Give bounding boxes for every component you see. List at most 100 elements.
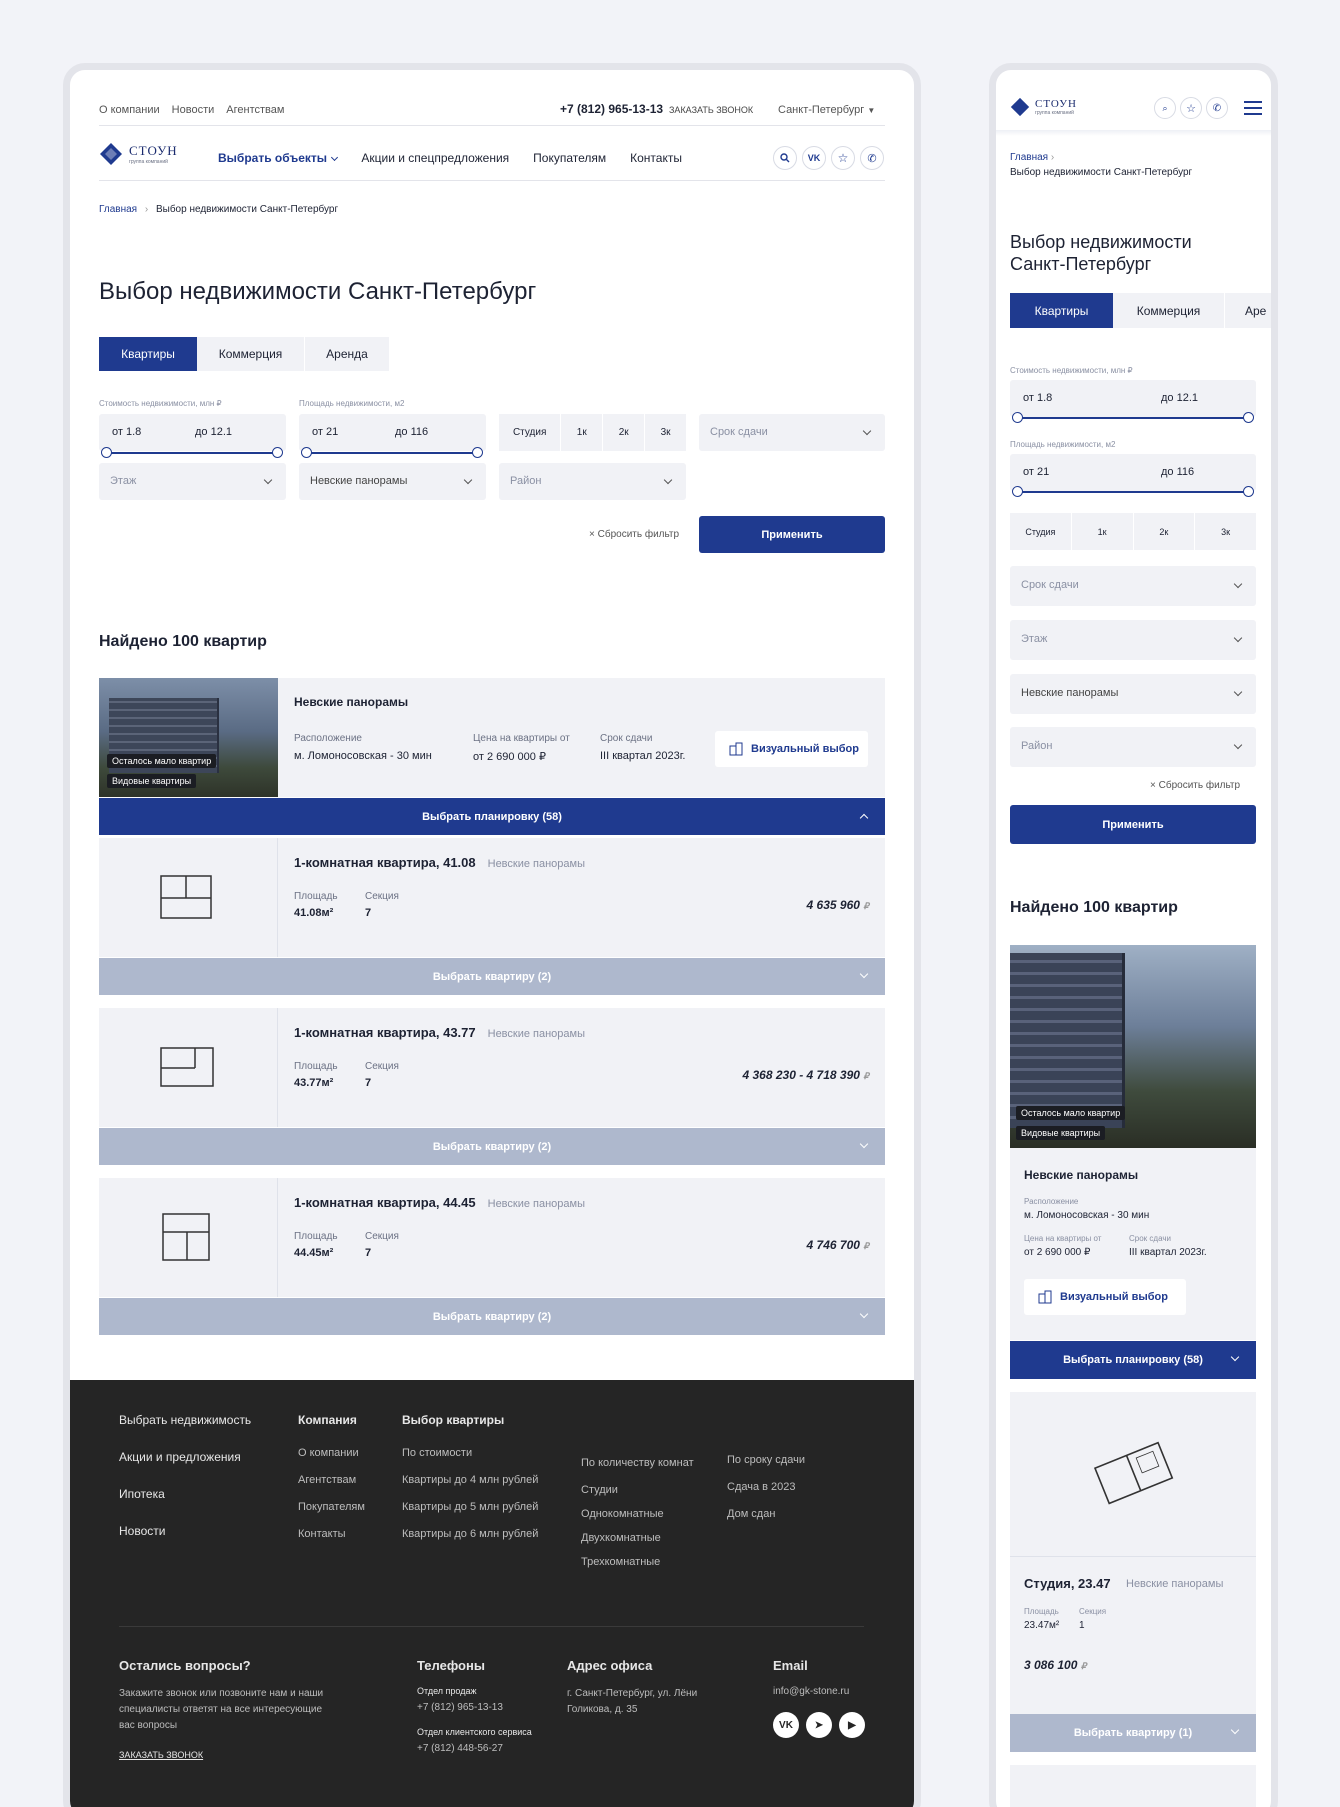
search-icon[interactable]: ⌕: [1154, 97, 1176, 119]
top-link-about[interactable]: О компании: [99, 104, 160, 116]
footer-link[interactable]: Агентствам: [298, 1474, 365, 1486]
logo[interactable]: СТОУН группа компаний: [99, 142, 178, 166]
footer-link[interactable]: По стоимости: [402, 1447, 538, 1459]
top-link-agents[interactable]: Агентствам: [226, 104, 284, 116]
footer-link[interactable]: Дом сдан: [727, 1508, 805, 1520]
footer-link[interactable]: Контакты: [298, 1528, 365, 1540]
breadcrumb-home[interactable]: Главная: [1010, 152, 1048, 163]
top-link-news[interactable]: Новости: [172, 104, 215, 116]
reset-filter[interactable]: × Сбросить фильтр: [589, 529, 679, 540]
choose-plan-button[interactable]: Выбрать планировку (58): [1010, 1341, 1256, 1379]
callback-link[interactable]: ЗАКАЗАТЬ ЗВОНОК: [669, 105, 753, 115]
logo[interactable]: СТОУН группа компаний: [1010, 97, 1077, 117]
star-icon[interactable]: ☆: [831, 146, 855, 170]
flat-card[interactable]: 1-комнатная квартира, 41.08 Невские пано…: [99, 838, 885, 957]
room-studio[interactable]: Студия: [1010, 513, 1071, 550]
price-slider-min[interactable]: [1012, 412, 1023, 423]
footer-sales-phone[interactable]: +7 (812) 965-13-13: [417, 1702, 503, 1713]
star-icon[interactable]: ☆: [1180, 97, 1202, 119]
footer-link[interactable]: Однокомнатные: [581, 1508, 701, 1520]
tab-apartments[interactable]: Квартиры: [1010, 293, 1113, 328]
visual-choice-button[interactable]: Визуальный выбор: [1024, 1279, 1186, 1315]
area-range[interactable]: от 21 до 116: [299, 414, 486, 451]
city-select[interactable]: Санкт-Петербург ▼: [778, 104, 875, 116]
room-2k[interactable]: 2к: [603, 414, 645, 451]
area-slider-min[interactable]: [1012, 486, 1023, 497]
room-3k[interactable]: 3к: [1195, 513, 1256, 550]
room-2k[interactable]: 2к: [1133, 513, 1195, 550]
vk-icon[interactable]: VK: [802, 146, 826, 170]
apply-button[interactable]: Применить: [699, 516, 885, 553]
footer-service-phone[interactable]: +7 (812) 448-56-27: [417, 1743, 503, 1754]
room-1k[interactable]: 1к: [1071, 513, 1133, 550]
price-slider-max[interactable]: [1243, 412, 1254, 423]
footer-link[interactable]: Трехкомнатные: [581, 1556, 701, 1568]
search-icon[interactable]: [773, 146, 797, 170]
area-range[interactable]: от 21 до 116: [1010, 454, 1256, 491]
footer-link[interactable]: Выбрать недвижимость: [119, 1413, 251, 1427]
phone-icon[interactable]: ✆: [1206, 97, 1228, 119]
room-1k[interactable]: 1к: [561, 414, 603, 451]
price-slider-max[interactable]: [272, 447, 283, 458]
breadcrumb-home[interactable]: Главная: [99, 204, 137, 215]
area-slider-min[interactable]: [301, 447, 312, 458]
choose-flat-button[interactable]: Выбрать квартиру (2): [99, 1128, 885, 1165]
district-select[interactable]: Район: [1010, 727, 1256, 767]
apply-button[interactable]: Применить: [1010, 805, 1256, 844]
area-slider-max[interactable]: [1243, 486, 1254, 497]
district-select[interactable]: Район: [499, 463, 686, 500]
price-slider-min[interactable]: [101, 447, 112, 458]
tab-rent[interactable]: Аре: [1225, 293, 1271, 328]
complex-select[interactable]: Невские панорамы: [1010, 674, 1256, 714]
nav-objects[interactable]: Выбрать объекты: [218, 151, 339, 165]
footer-link[interactable]: Покупателям: [298, 1501, 365, 1513]
phone-icon[interactable]: ✆: [860, 146, 884, 170]
floor-select[interactable]: Этаж: [99, 463, 286, 500]
price-range[interactable]: от 1.8 до 12.1: [99, 414, 286, 451]
header-phone[interactable]: +7 (812) 965-13-13: [560, 102, 663, 116]
vk-icon[interactable]: VK: [773, 1712, 799, 1738]
complex-select[interactable]: Невские панорамы: [299, 463, 486, 500]
footer-link[interactable]: Акции и предложения: [119, 1450, 251, 1464]
youtube-icon[interactable]: ▶: [839, 1712, 865, 1738]
price-range[interactable]: от 1.8 до 12.1: [1010, 380, 1256, 417]
room-studio[interactable]: Студия: [499, 414, 561, 451]
nav-contacts[interactable]: Контакты: [630, 151, 682, 165]
footer-link[interactable]: Двухкомнатные: [581, 1532, 701, 1544]
choose-plan-button[interactable]: Выбрать планировку (58): [99, 798, 885, 835]
footer-link[interactable]: Квартиры до 4 млн рублей: [402, 1474, 538, 1486]
footer-link[interactable]: Ипотека: [119, 1487, 251, 1501]
deadline-select[interactable]: Срок сдачи: [699, 414, 885, 451]
choose-flat-button[interactable]: Выбрать квартиру (1): [1010, 1714, 1256, 1752]
footer-link[interactable]: Квартиры до 5 млн рублей: [402, 1501, 538, 1513]
tab-apartments[interactable]: Квартиры: [99, 337, 197, 371]
nav-buyers[interactable]: Покупателям: [533, 151, 606, 165]
room-3k[interactable]: 3к: [645, 414, 686, 451]
footer-link[interactable]: Квартиры до 6 млн рублей: [402, 1528, 538, 1540]
flat-heading: 1-комнатная квартира, 43.77 Невские пано…: [294, 1025, 585, 1040]
deadline-select[interactable]: Срок сдачи: [1010, 566, 1256, 606]
menu-icon[interactable]: [1244, 101, 1262, 115]
tab-rent[interactable]: Аренда: [305, 337, 389, 371]
footer-link[interactable]: Сдача в 2023: [727, 1481, 805, 1493]
floor-select[interactable]: Этаж: [1010, 620, 1256, 660]
tab-commercial[interactable]: Коммерция: [1113, 293, 1225, 328]
footer-link[interactable]: По сроку сдачи: [727, 1454, 805, 1466]
area-slider-max[interactable]: [472, 447, 483, 458]
flat-card[interactable]: 1-комнатная квартира, 43.77 Невские пано…: [99, 1008, 885, 1127]
nav-promo[interactable]: Акции и спецпредложения: [361, 151, 509, 165]
choose-flat-button[interactable]: Выбрать квартиру (2): [99, 1298, 885, 1335]
footer-email[interactable]: info@gk-stone.ru: [773, 1686, 849, 1697]
telegram-icon[interactable]: ➤: [806, 1712, 832, 1738]
footer-callback-link[interactable]: ЗАКАЗАТЬ ЗВОНОК: [119, 1750, 203, 1760]
choose-flat-button[interactable]: Выбрать квартиру (2): [99, 958, 885, 995]
footer-link[interactable]: Новости: [119, 1524, 251, 1538]
header-shadow: [996, 130, 1271, 136]
visual-choice-button[interactable]: Визуальный выбор: [715, 731, 868, 767]
footer-link[interactable]: По количеству комнат: [581, 1454, 701, 1472]
footer-link[interactable]: Студии: [581, 1484, 701, 1496]
tab-commercial[interactable]: Коммерция: [197, 337, 305, 371]
reset-filter[interactable]: × Сбросить фильтр: [1150, 780, 1240, 791]
flat-card[interactable]: 1-комнатная квартира, 44.45 Невские пано…: [99, 1178, 885, 1297]
footer-link[interactable]: О компании: [298, 1447, 365, 1459]
